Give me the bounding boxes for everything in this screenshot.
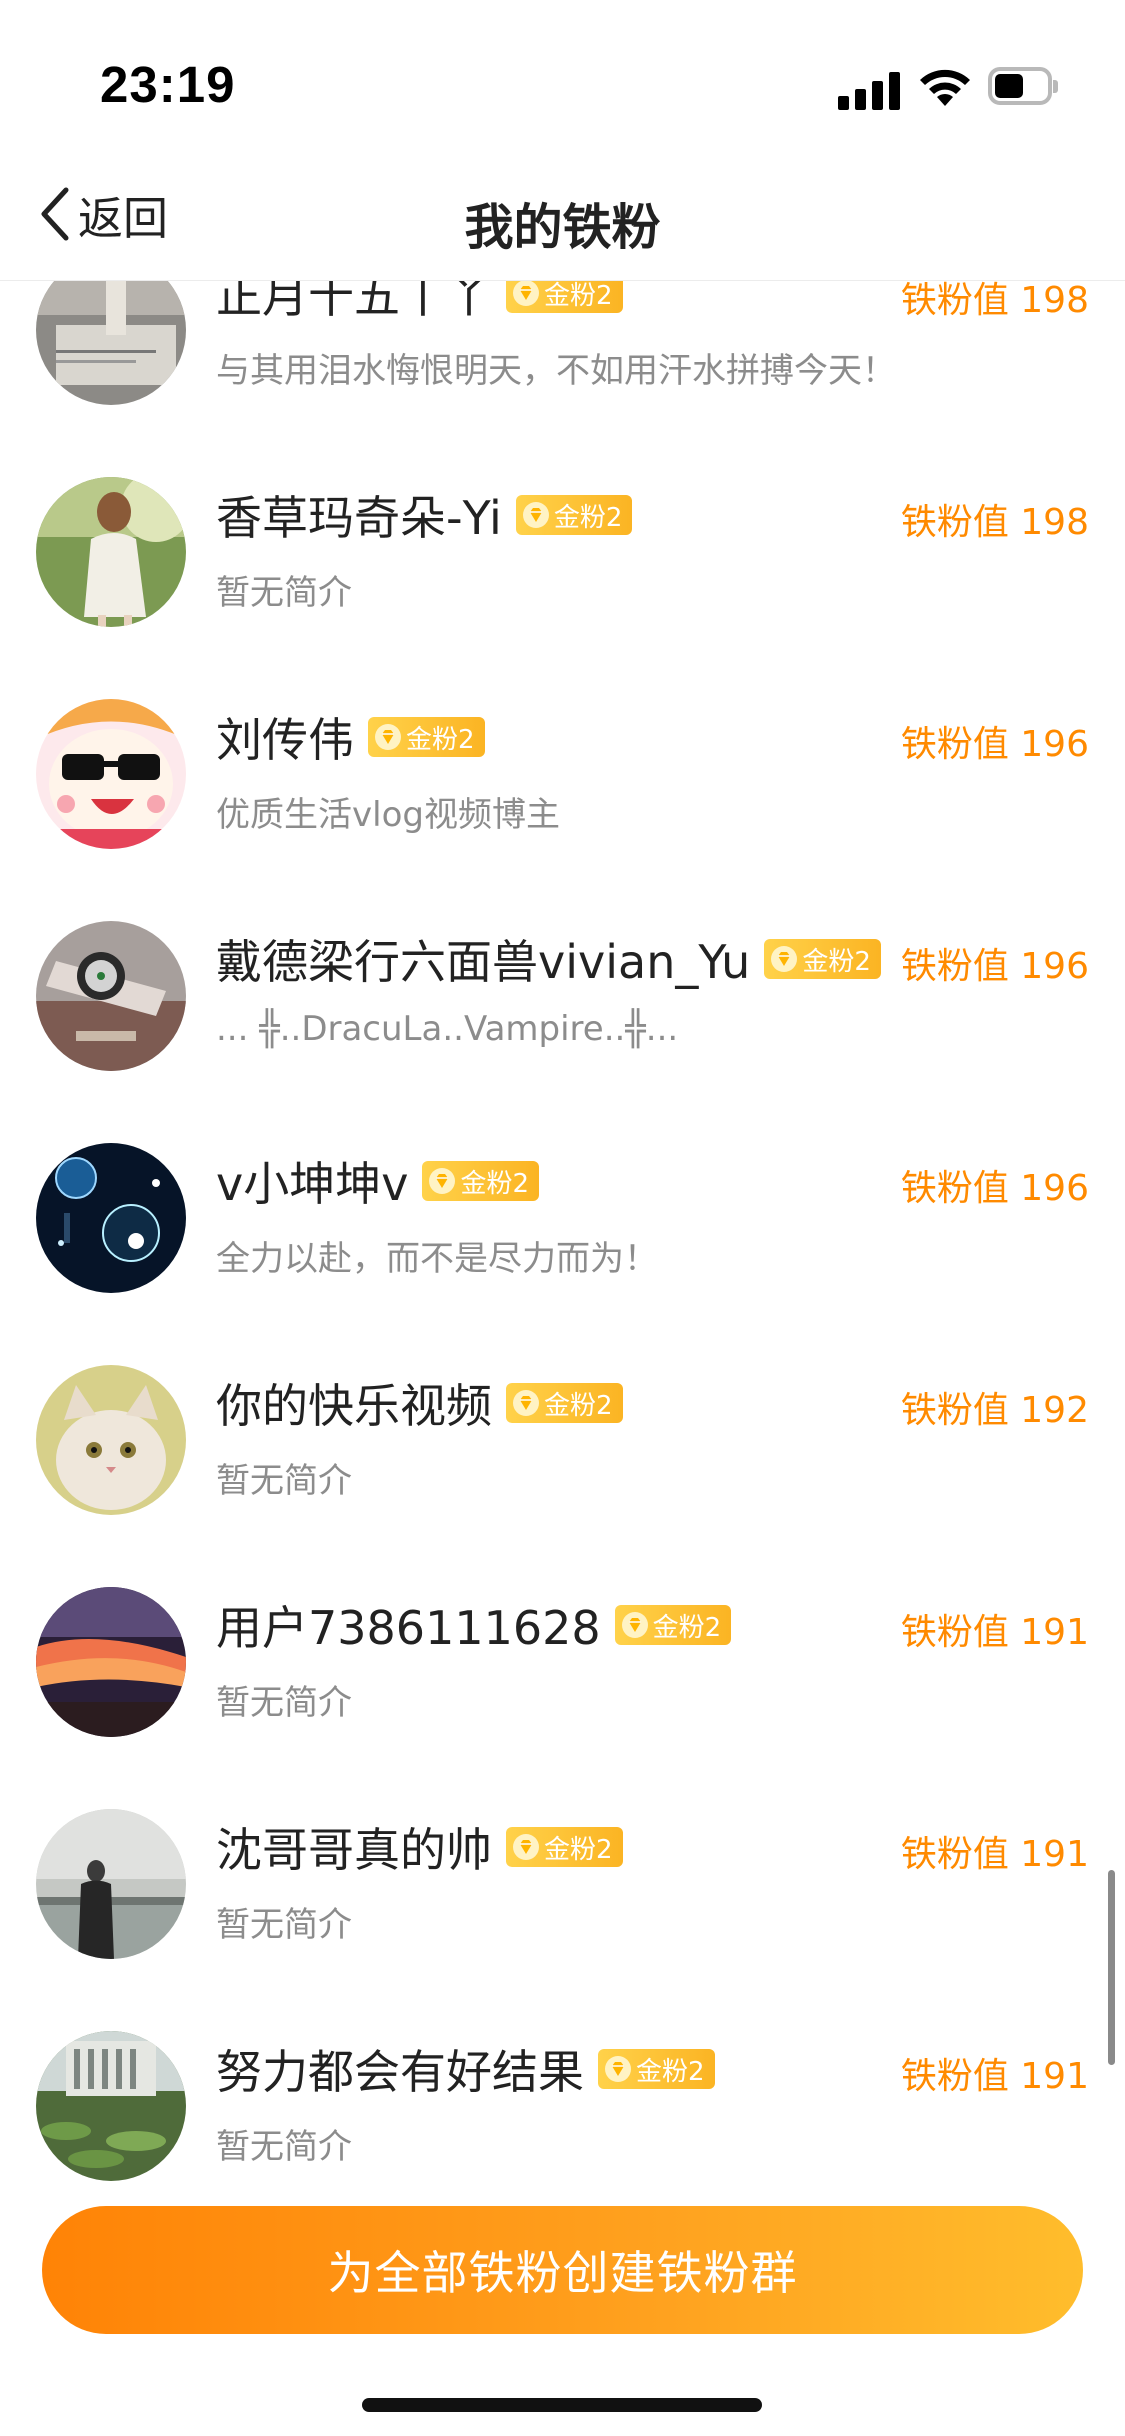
fan-list-item[interactable]: 沈哥哥真的帅 金粉2 暂无简介 铁粉值 191: [0, 1769, 1125, 1991]
fan-list-item[interactable]: 努力都会有好结果 金粉2 暂无简介 铁粉值 191: [0, 1991, 1125, 2182]
fan-level-badge: 金粉2: [506, 1383, 623, 1423]
fan-level-badge: 金粉2: [764, 939, 881, 979]
fan-name: 用户7386111628: [216, 1601, 601, 1655]
fan-score: 铁粉值 192: [900, 1390, 1089, 1431]
fan-score: 铁粉值 198: [900, 281, 1089, 321]
fan-list-item[interactable]: 香草玛奇朵-Yi 金粉2 暂无简介 铁粉值 198: [0, 437, 1125, 659]
fan-name: 沈哥哥真的帅: [216, 1823, 492, 1877]
badge-label: 金粉2: [544, 1834, 613, 1865]
cellular-signal-icon: [838, 70, 902, 110]
create-fan-group-button[interactable]: 为全部铁粉创建铁粉群: [42, 2206, 1083, 2334]
badge-label: 金粉2: [406, 724, 475, 755]
fan-name: 努力都会有好结果: [216, 2045, 584, 2099]
fan-level-badge: 金粉2: [422, 1161, 539, 1201]
diamond-icon: [513, 1834, 539, 1860]
diamond-icon: [771, 946, 798, 972]
avatar-photo-lotus-building[interactable]: [36, 2031, 186, 2181]
fan-name: 你的快乐视频: [216, 1379, 492, 1433]
fan-level-badge: 金粉2: [614, 1605, 732, 1645]
fan-level-badge: 金粉2: [506, 1827, 623, 1867]
diamond-icon: [605, 2056, 631, 2082]
fan-level-badge: 金粉2: [368, 717, 485, 757]
fan-list-item[interactable]: 你的快乐视频 金粉2 暂无简介 铁粉值 192: [0, 1325, 1125, 1547]
fan-list-item[interactable]: 用户7386111628 金粉2 暂无简介 铁粉值 191: [0, 1547, 1125, 1769]
fan-score: 铁粉值 191: [900, 1612, 1089, 1653]
fan-level-badge: 金粉2: [506, 281, 623, 313]
avatar-space-bubbles[interactable]: [36, 1143, 186, 1293]
fan-bio: 暂无简介: [216, 573, 352, 613]
badge-label: 金粉2: [802, 946, 871, 977]
fan-bio: 暂无简介: [216, 1905, 352, 1945]
scrollbar[interactable]: [1108, 1870, 1115, 2065]
fan-level-badge: 金粉2: [515, 495, 633, 535]
fan-level-badge: 金粉2: [598, 2049, 715, 2089]
battery-icon: [988, 67, 1058, 107]
status-bar: 23:19: [0, 0, 1125, 150]
badge-label: 金粉2: [544, 281, 613, 311]
fan-name: 正月十五丨丫: [216, 281, 492, 323]
diamond-icon: [375, 724, 401, 750]
avatar-photo-girl-field[interactable]: [36, 477, 186, 627]
diamond-icon: [522, 502, 549, 528]
bottom-action-bar: 为全部铁粉创建铁粉群: [0, 2182, 1125, 2436]
fan-bio: 暂无简介: [216, 1683, 352, 1723]
fans-list[interactable]: 正月十五丨丫 金粉2 与其用泪水悔恨明天，不如用汗水拼搏今天！ 铁粉值 198 …: [0, 281, 1125, 2182]
fan-score: 铁粉值 196: [900, 946, 1089, 987]
fan-list-item[interactable]: 刘传伟 金粉2 优质生活vlog视频博主 铁粉值 196: [0, 659, 1125, 881]
wifi-icon: [920, 69, 970, 106]
avatar-photo-sunset[interactable]: [36, 1587, 186, 1737]
fan-name: v小坤坤v: [216, 1157, 409, 1211]
fan-list-item[interactable]: 正月十五丨丫 金粉2 与其用泪水悔恨明天，不如用汗水拼搏今天！ 铁粉值 198: [0, 281, 1125, 437]
fan-bio: 优质生活vlog视频博主: [216, 795, 560, 835]
fan-score: 铁粉值 198: [900, 502, 1089, 543]
fan-bio: 与其用泪水悔恨明天，不如用汗水拼搏今天！: [216, 351, 896, 391]
status-time: 23:19: [100, 56, 236, 113]
fan-score: 铁粉值 196: [900, 1168, 1089, 1209]
fan-bio: 暂无简介: [216, 1461, 352, 1501]
avatar-photo-man-lake[interactable]: [36, 1809, 186, 1959]
diamond-icon: [513, 281, 539, 306]
badge-label: 金粉2: [460, 1168, 529, 1199]
fan-bio: 暂无简介: [216, 2127, 352, 2167]
badge-label: 金粉2: [652, 1612, 722, 1643]
diamond-icon: [621, 1612, 648, 1638]
badge-label: 金粉2: [553, 502, 623, 533]
fan-score: 铁粉值 191: [900, 2056, 1089, 2097]
nav-bar: 返回 我的铁粉: [0, 150, 1125, 281]
page-title: 我的铁粉: [464, 199, 661, 256]
fan-list-item[interactable]: 戴德梁行六面兽vivian_Yu 金粉2 ... ╬..DracuLa..Vam…: [0, 881, 1125, 1103]
home-indicator: [362, 2398, 762, 2412]
fan-name: 刘传伟: [216, 713, 354, 767]
avatar-photo-bottle[interactable]: [36, 281, 186, 405]
fan-bio: ... ╬..DracuLa..Vampire..╬...: [216, 1009, 679, 1049]
fan-bio: 全力以赴，而不是尽力而为！: [216, 1239, 658, 1279]
fan-score: 铁粉值 196: [900, 724, 1089, 765]
fan-name: 香草玛奇朵-Yi: [216, 491, 502, 545]
diamond-icon: [429, 1168, 456, 1194]
fans-page: 23:19 返回 我的铁粉 正月十五丨丫 金粉2 与其用泪水悔恨明天，不如用汗水…: [0, 0, 1125, 2436]
fan-score: 铁粉值 191: [900, 1834, 1089, 1875]
avatar-cartoon-sunglasses[interactable]: [36, 699, 186, 849]
badge-label: 金粉2: [544, 1390, 613, 1421]
avatar-photo-cat[interactable]: [36, 1365, 186, 1515]
diamond-icon: [513, 1390, 539, 1416]
badge-label: 金粉2: [636, 2056, 705, 2087]
fan-list-item[interactable]: v小坤坤v 金粉2 全力以赴，而不是尽力而为！ 铁粉值 196: [0, 1103, 1125, 1325]
fan-name: 戴德梁行六面兽vivian_Yu: [216, 935, 751, 989]
avatar-photo-watch[interactable]: [36, 921, 186, 1071]
